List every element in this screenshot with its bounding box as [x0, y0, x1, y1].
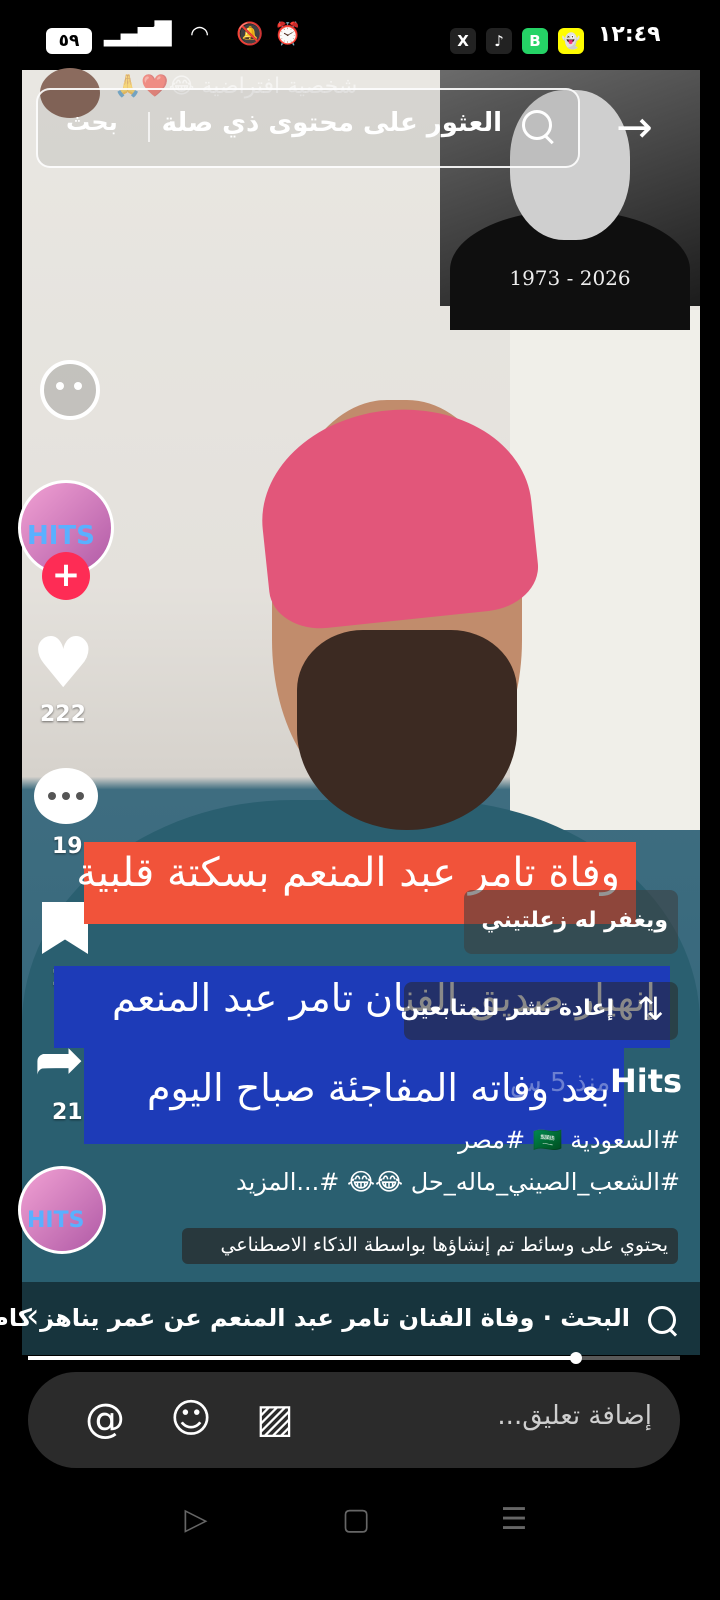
- share-count: 21: [52, 1100, 83, 1125]
- person-beard: [297, 630, 517, 830]
- comment-dot: [62, 792, 70, 800]
- effect-icon[interactable]: [40, 360, 100, 420]
- search-button[interactable]: بحث: [66, 108, 118, 136]
- wifi-icon: ◠: [190, 22, 210, 47]
- comment-dot: [48, 792, 56, 800]
- follow-button[interactable]: +: [42, 552, 90, 600]
- arrow-right-icon[interactable]: →: [616, 102, 653, 153]
- repost-text: إعادة نشر للمتابعين: [400, 996, 614, 1021]
- profile-badge-text: HITS: [27, 521, 95, 551]
- tiktok-app-icon: ♪: [486, 28, 512, 54]
- image-icon[interactable]: ▨: [250, 1394, 300, 1444]
- hashtags-line-2[interactable]: #الشعب_الصيني_ماله_حل 😂😂 #...المزيد: [236, 1168, 680, 1196]
- floating-comment: ويغفر له زعلتيني: [464, 890, 678, 954]
- divider: [148, 112, 150, 142]
- repost-pill[interactable]: إعادة نشر للمتابعين ⇅: [400, 982, 678, 1040]
- heart-icon[interactable]: ♥: [32, 628, 95, 698]
- search-input[interactable]: العثور على محتوى ذي صلة: [162, 108, 502, 138]
- call-icon: ✆: [150, 22, 169, 47]
- clock: ١٢:٤٩: [598, 22, 661, 47]
- ai-content-label: يحتوي على وسائط تم إنشاؤها بواسطة الذكاء…: [182, 1228, 678, 1264]
- ai-content-label-text: يحتوي على وسائط تم إنشاؤها بواسطة الذكاء…: [220, 1234, 668, 1256]
- hashtags-line-1[interactable]: #السعودية 🇸🇦 #مصر: [458, 1126, 680, 1154]
- effect-eye: [56, 382, 64, 390]
- comment-dot: [76, 792, 84, 800]
- mention-icon[interactable]: @: [80, 1394, 130, 1444]
- search-suggestion-text: البحث · وفاة الفنان تامر عبد المنعم عن ع…: [0, 1304, 630, 1332]
- floating-comment-text: ويغفر له زعلتيني: [481, 908, 668, 933]
- memorial-years: 1973 - 2026: [509, 266, 631, 290]
- search-icon: [648, 1306, 676, 1334]
- search-bar[interactable]: بحث العثور على محتوى ذي صلة: [36, 88, 580, 168]
- snapchat-icon: 👻: [558, 28, 584, 54]
- whatsapp-business-icon: B: [522, 28, 548, 54]
- like-count: 222: [40, 702, 86, 727]
- recents-nav-icon[interactable]: ☰: [484, 1502, 544, 1537]
- mute-icon: 🔕: [236, 22, 264, 47]
- author-name[interactable]: Hits: [610, 1062, 682, 1100]
- home-nav-icon[interactable]: ▢: [326, 1502, 386, 1537]
- person-cap: [251, 396, 543, 634]
- repost-icon: ⇅: [637, 990, 664, 1028]
- system-nav-bar: ▷ ▢ ☰: [0, 1470, 720, 1600]
- sound-avatar[interactable]: HITS: [18, 1166, 106, 1254]
- search-icon: [522, 110, 552, 140]
- comment-input[interactable]: [320, 1400, 654, 1432]
- comment-icon[interactable]: [34, 768, 98, 824]
- battery-indicator: ٥٩: [46, 28, 92, 54]
- status-bar: ٥٩ ▂▄▆█ ✆ ◠ 🔕 ⏰ X ♪ B 👻 ١٢:٤٩: [0, 0, 720, 70]
- comment-bar[interactable]: @ ☺ ▨: [28, 1372, 680, 1468]
- video-progress-thumb[interactable]: [569, 1352, 582, 1364]
- sound-avatar-text: HITS: [27, 1208, 85, 1233]
- emoji-icon[interactable]: ☺: [166, 1394, 216, 1444]
- alarm-icon: ⏰: [274, 22, 302, 47]
- search-suggestion-bar[interactable]: ‹ البحث · وفاة الفنان تامر عبد المنعم عن…: [0, 1282, 720, 1360]
- background-wall: [510, 310, 700, 830]
- x-app-icon: X: [450, 28, 476, 54]
- video-progress-bar[interactable]: [28, 1352, 680, 1364]
- back-nav-icon[interactable]: ▷: [166, 1502, 226, 1537]
- post-time: منذ 5 س: [510, 1068, 611, 1098]
- video-progress-fill: [28, 1356, 576, 1360]
- effect-eye: [74, 382, 82, 390]
